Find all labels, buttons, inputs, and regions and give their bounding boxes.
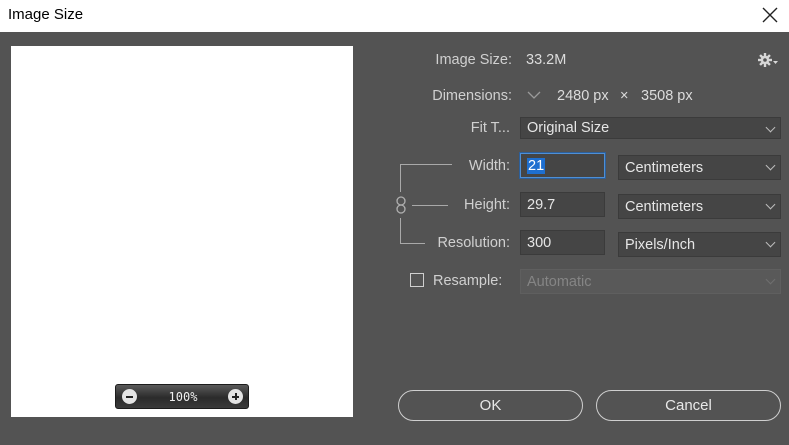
dimensions-height: 3508 px	[641, 88, 693, 104]
cancel-button[interactable]: Cancel	[596, 390, 781, 421]
width-unit-select[interactable]: Centimeters	[618, 155, 781, 180]
chevron-down-icon	[765, 199, 776, 210]
fit-to-label: Fit T...	[470, 120, 510, 136]
height-value: 29.7	[527, 197, 556, 213]
resolution-label: Resolution:	[437, 235, 510, 251]
resolution-value: 300	[527, 235, 552, 251]
dimensions-label: Dimensions:	[432, 88, 512, 104]
resample-checkbox[interactable]	[410, 273, 424, 287]
resample-value: Automatic	[527, 274, 592, 290]
height-unit-select[interactable]: Centimeters	[618, 194, 781, 219]
image-preview[interactable]	[11, 46, 353, 417]
chevron-down-icon	[765, 274, 776, 285]
image-size-label: Image Size:	[435, 52, 512, 68]
chain-link-icon[interactable]	[395, 196, 407, 214]
link-bracket-lower	[400, 218, 401, 244]
title-bar: Image Size	[0, 0, 789, 32]
image-size-value: 33.2M	[526, 52, 567, 68]
dimensions-times: ×	[620, 88, 629, 104]
chevron-down-icon	[765, 160, 776, 171]
height-input[interactable]: 29.7	[520, 192, 605, 217]
width-value: 21	[527, 158, 546, 174]
resample-select[interactable]: Automatic	[520, 269, 781, 294]
chevron-down-icon[interactable]	[526, 88, 542, 102]
window-title: Image Size	[8, 6, 84, 23]
height-label: Height:	[464, 197, 510, 213]
dimensions-width: 2480 px	[557, 88, 609, 104]
gear-icon[interactable]	[757, 51, 779, 69]
height-unit-value: Centimeters	[625, 199, 704, 215]
zoom-in-icon[interactable]	[228, 389, 243, 404]
chevron-down-icon	[765, 237, 776, 248]
width-input[interactable]: 21	[520, 153, 605, 178]
link-bracket-upper	[400, 164, 401, 192]
close-icon[interactable]	[759, 4, 781, 26]
fit-to-select[interactable]: Original Size	[520, 117, 781, 139]
width-unit-value: Centimeters	[625, 160, 704, 176]
width-label: Width:	[468, 158, 510, 174]
resolution-input[interactable]: 300	[520, 230, 605, 255]
chevron-down-icon	[765, 122, 776, 133]
ok-button[interactable]: OK	[398, 390, 583, 421]
resample-label: Resample:	[433, 273, 503, 289]
fit-to-value: Original Size	[527, 120, 610, 136]
zoom-control: 100%	[115, 384, 249, 409]
resolution-unit-value: Pixels/Inch	[625, 237, 696, 253]
resolution-unit-select[interactable]: Pixels/Inch	[618, 232, 781, 257]
